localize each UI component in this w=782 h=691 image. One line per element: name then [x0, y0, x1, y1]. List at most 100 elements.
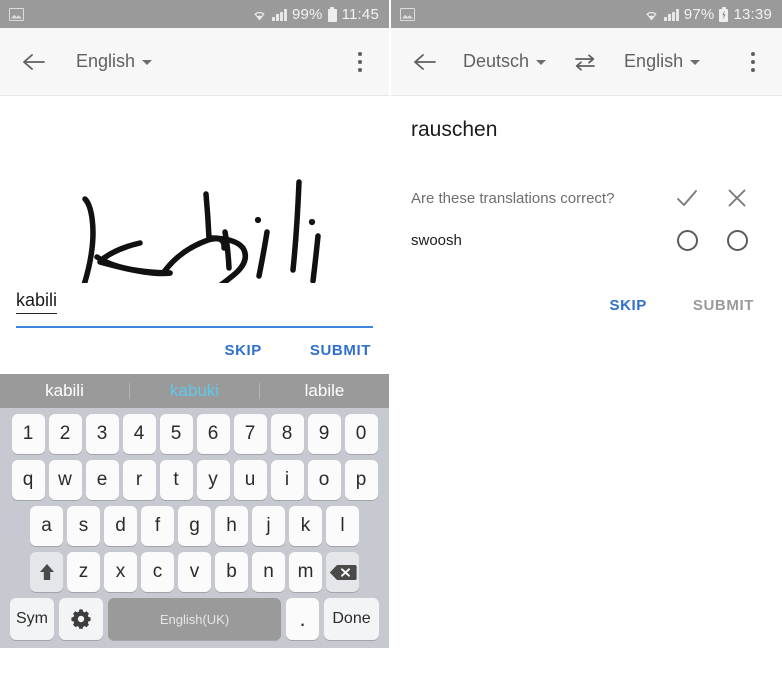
key-y[interactable]: y [196, 460, 230, 500]
keyboard-settings-key[interactable] [59, 598, 103, 640]
translation-label: swoosh [411, 232, 462, 249]
i-dot-2 [308, 218, 316, 226]
key-5[interactable]: 5 [159, 414, 193, 454]
key-u[interactable]: u [233, 460, 267, 500]
skip-button[interactable]: SKIP [224, 342, 261, 359]
key-2[interactable]: 2 [48, 414, 82, 454]
reject-radio[interactable] [726, 230, 748, 251]
status-bar-left: 99% 11:45 [0, 0, 389, 28]
back-button[interactable] [405, 42, 445, 82]
language-label: English [76, 51, 136, 71]
handwriting-canvas[interactable] [0, 96, 389, 283]
key-b[interactable]: b [215, 552, 248, 592]
overflow-menu-icon [358, 51, 362, 56]
overflow-dot-2 [751, 59, 755, 64]
suggestion-item-1[interactable]: kabili [0, 381, 129, 401]
key-0[interactable]: 0 [344, 414, 378, 454]
caret-down-icon [536, 60, 547, 65]
source-language-selector[interactable]: Deutsch [463, 51, 547, 72]
swap-languages-button[interactable] [562, 53, 608, 71]
back-arrow-icon [23, 53, 45, 70]
overflow-menu-button[interactable] [345, 42, 375, 82]
approve-radio[interactable] [676, 230, 698, 251]
key-s[interactable]: s [67, 506, 100, 546]
suggestion-item-3[interactable]: labile [260, 381, 389, 401]
key-d[interactable]: d [104, 506, 137, 546]
wifi-icon [644, 8, 659, 21]
shift-key[interactable] [30, 552, 63, 592]
key-3[interactable]: 3 [85, 414, 119, 454]
key-x[interactable]: x [104, 552, 137, 592]
key-q[interactable]: q [11, 460, 45, 500]
done-key[interactable]: Done [324, 598, 379, 640]
key-g[interactable]: g [178, 506, 211, 546]
target-language-selector[interactable]: English [624, 51, 701, 72]
suggestion-strip: kabili kabuki labile [0, 374, 389, 408]
back-arrow-icon [414, 53, 436, 70]
status-bar-system-right: 97% 13:39 [644, 6, 772, 23]
status-bar-notifications [9, 7, 24, 21]
approve-radio-cell[interactable] [662, 230, 712, 251]
approve-column-header [662, 188, 712, 208]
input-value: kabili [16, 289, 58, 314]
key-z[interactable]: z [67, 552, 100, 592]
keyboard-row-home: a s d f g h j k l [4, 506, 385, 546]
battery-charging-icon [719, 6, 729, 22]
source-word: rauschen [411, 118, 498, 141]
suggestion-item-2[interactable]: kabuki [130, 381, 259, 401]
overflow-dot-3 [751, 67, 755, 72]
left-action-row: SKIP SUBMIT [0, 328, 389, 359]
gear-icon [71, 609, 91, 629]
key-c[interactable]: c [141, 552, 174, 592]
key-m[interactable]: m [289, 552, 322, 592]
swap-horizontal-icon [575, 53, 595, 71]
input-underline [16, 326, 373, 328]
submit-button[interactable]: SUBMIT [310, 342, 371, 359]
key-h[interactable]: h [215, 506, 248, 546]
key-e[interactable]: e [85, 460, 119, 500]
submit-button[interactable]: SUBMIT [693, 297, 754, 314]
reject-radio-cell[interactable] [712, 230, 762, 251]
key-o[interactable]: o [307, 460, 341, 500]
key-6[interactable]: 6 [196, 414, 230, 454]
key-k[interactable]: k [289, 506, 322, 546]
key-r[interactable]: r [122, 460, 156, 500]
key-n[interactable]: n [252, 552, 285, 592]
key-f[interactable]: f [141, 506, 174, 546]
keyboard-row-bottom-letters: z x c v b n m [4, 552, 385, 592]
screen-handwriting-input: 99% 11:45 English kabili SKIP SUBMIT kab… [0, 0, 391, 691]
key-7[interactable]: 7 [233, 414, 267, 454]
language-selector[interactable]: English [76, 51, 153, 72]
overflow-menu-icon [751, 51, 755, 56]
key-9[interactable]: 9 [307, 414, 341, 454]
translation-row: swoosh [411, 230, 762, 251]
key-j[interactable]: j [252, 506, 285, 546]
reject-column-header [712, 188, 762, 208]
key-1[interactable]: 1 [11, 414, 45, 454]
key-i[interactable]: i [270, 460, 304, 500]
overflow-menu-button[interactable] [738, 42, 768, 82]
symbols-key[interactable]: Sym [10, 598, 54, 640]
text-input-field[interactable]: kabili [0, 289, 389, 328]
keyboard-row-qwerty: q w e r t y u i o p [4, 460, 385, 500]
shift-arrow-up-icon [39, 564, 54, 580]
key-l[interactable]: l [326, 506, 359, 546]
caret-down-icon [690, 60, 701, 65]
caret-down-icon [142, 60, 153, 65]
period-key[interactable]: . [286, 598, 319, 640]
key-v[interactable]: v [178, 552, 211, 592]
skip-button[interactable]: SKIP [609, 297, 646, 314]
toolbar-right: Deutsch English [391, 28, 782, 96]
status-bar-notifications-right [400, 7, 415, 21]
space-key[interactable]: English(UK) [108, 598, 281, 640]
back-button[interactable] [14, 42, 54, 82]
key-t[interactable]: t [159, 460, 193, 500]
key-a[interactable]: a [30, 506, 63, 546]
key-4[interactable]: 4 [122, 414, 156, 454]
cellular-signal-icon [272, 8, 287, 21]
key-w[interactable]: w [48, 460, 82, 500]
i-dot-1 [254, 216, 262, 224]
key-p[interactable]: p [344, 460, 378, 500]
key-8[interactable]: 8 [270, 414, 304, 454]
backspace-key[interactable] [326, 552, 359, 592]
